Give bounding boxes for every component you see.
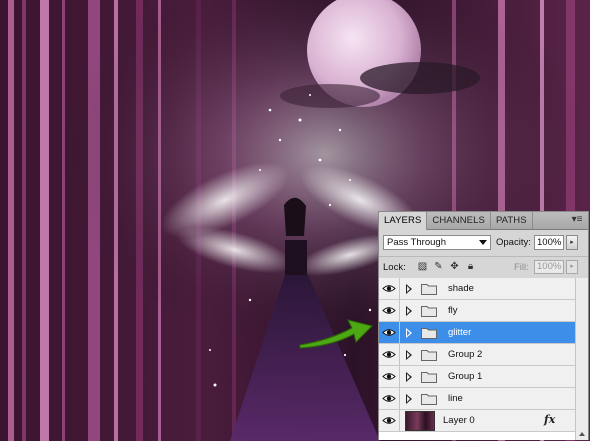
fill-field[interactable]: 100% <box>534 260 564 274</box>
layer-row-fly[interactable]: fly <box>379 300 588 322</box>
folder-icon <box>421 393 437 408</box>
folder-icon <box>421 283 437 298</box>
lock-row: Lock: ▨ ✎ ✥ 🔒︎ Fill: 100% ▸ <box>379 257 588 279</box>
layer-row-glitter[interactable]: glitter <box>379 322 588 344</box>
layer-name: Group 1 <box>448 371 483 382</box>
layer-thumbnail <box>405 411 435 431</box>
visibility-eye-icon[interactable] <box>379 388 400 409</box>
visibility-eye-icon[interactable] <box>379 300 400 321</box>
expand-triangle-icon[interactable] <box>406 306 412 316</box>
layer-name: fly <box>448 305 458 316</box>
layer-row-group-2[interactable]: Group 2 <box>379 344 588 366</box>
fill-slider-button[interactable]: ▸ <box>566 260 578 274</box>
layer-row-layer-0[interactable]: Layer 0 fx <box>379 410 588 432</box>
layers-panel: LAYERS CHANNELS PATHS ▾≡ Pass Through Op… <box>378 211 589 440</box>
fill-label: Fill: <box>514 262 529 273</box>
tab-layers[interactable]: LAYERS <box>379 212 428 230</box>
folder-icon <box>421 305 437 320</box>
folder-icon <box>421 327 437 342</box>
layers-list: shade fly glitter Group 2 Group 1 line L… <box>379 278 588 440</box>
expand-triangle-icon[interactable] <box>406 372 412 382</box>
layer-row-group-1[interactable]: Group 1 <box>379 366 588 388</box>
visibility-eye-icon[interactable] <box>379 344 400 365</box>
layer-name: line <box>448 393 463 404</box>
visibility-eye-icon[interactable] <box>379 410 400 431</box>
opacity-field[interactable]: 100% <box>534 235 564 250</box>
expand-triangle-icon[interactable] <box>406 350 412 360</box>
layer-name: Group 2 <box>448 349 483 360</box>
lock-all-icon[interactable]: 🔒︎ <box>465 261 476 272</box>
lock-position-icon[interactable]: ✥ <box>449 261 460 272</box>
lock-label: Lock: <box>383 262 406 273</box>
lock-transparent-pixels-icon[interactable]: ▨ <box>417 261 428 272</box>
layer-effects-icon[interactable]: fx <box>544 413 555 426</box>
opacity-label: Opacity: <box>496 237 531 248</box>
panel-tabs: LAYERS CHANNELS PATHS ▾≡ <box>379 212 588 230</box>
scroll-up-icon[interactable] <box>579 432 585 436</box>
visibility-eye-icon[interactable] <box>379 278 400 299</box>
layer-name: shade <box>448 283 474 294</box>
folder-icon <box>421 371 437 386</box>
layer-name: Layer 0 <box>443 415 475 426</box>
tab-paths[interactable]: PATHS <box>491 212 533 229</box>
expand-triangle-icon[interactable] <box>406 394 412 404</box>
opacity-slider-button[interactable]: ▸ <box>566 235 578 250</box>
blend-mode-value: Pass Through <box>387 237 446 248</box>
visibility-eye-icon[interactable] <box>379 322 400 343</box>
expand-triangle-icon[interactable] <box>406 328 412 338</box>
blend-row: Pass Through Opacity: 100% ▸ <box>379 230 588 257</box>
layers-scrollbar[interactable] <box>575 278 588 440</box>
lock-image-pixels-icon[interactable]: ✎ <box>433 261 444 272</box>
panel-menu-icon[interactable]: ▾≡ <box>570 214 584 226</box>
dropdown-arrow-icon <box>479 240 487 245</box>
tab-channels[interactable]: CHANNELS <box>427 212 491 229</box>
layer-row-line[interactable]: line <box>379 388 588 410</box>
expand-triangle-icon[interactable] <box>406 284 412 294</box>
visibility-eye-icon[interactable] <box>379 366 400 387</box>
layer-name: glitter <box>448 327 472 338</box>
blend-mode-select[interactable]: Pass Through <box>383 235 491 250</box>
folder-icon <box>421 349 437 364</box>
layer-row-shade[interactable]: shade <box>379 278 588 300</box>
